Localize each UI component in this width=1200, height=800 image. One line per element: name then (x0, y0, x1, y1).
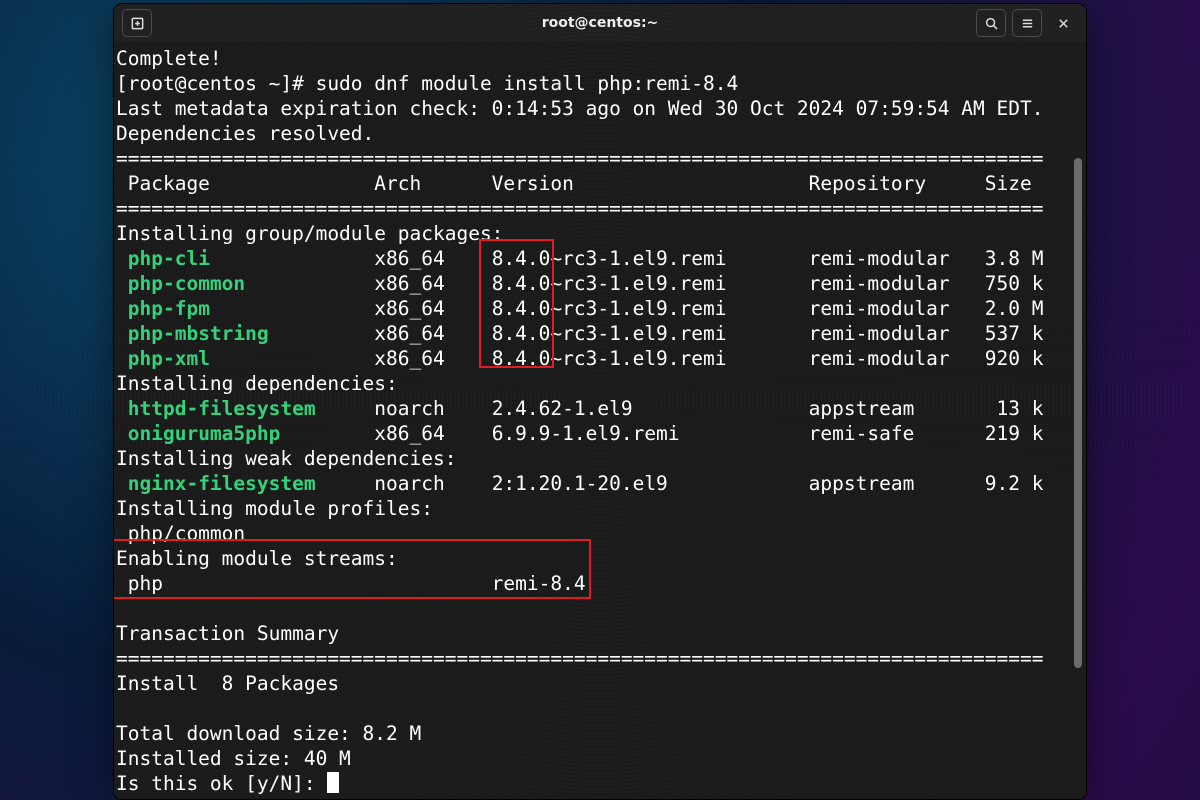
new-tab-icon (130, 16, 145, 31)
terminal-window: root@centos:~ Complete! [root@centos ~]#… (114, 4, 1086, 799)
menu-button[interactable] (1012, 9, 1042, 37)
terminal-cursor (327, 772, 339, 793)
pkg-name: nginx-filesystem (128, 472, 316, 495)
search-button[interactable] (976, 9, 1006, 37)
pkg-name: php-xml (128, 347, 210, 370)
hamburger-icon (1020, 16, 1035, 31)
close-icon (1056, 16, 1071, 31)
pkg-name: httpd-filesystem (128, 397, 316, 420)
pkg-name: php-fpm (128, 297, 210, 320)
pkg-name: oniguruma5php (128, 422, 281, 445)
search-icon (984, 16, 999, 31)
titlebar: root@centos:~ (114, 4, 1086, 42)
window-title: root@centos:~ (114, 15, 1086, 31)
scrollbar[interactable] (1072, 48, 1084, 793)
pkg-name: php-mbstring (128, 322, 269, 345)
close-button[interactable] (1048, 9, 1078, 37)
terminal-output: Complete! [root@centos ~]# sudo dnf modu… (114, 42, 1072, 799)
terminal-viewport[interactable]: Complete! [root@centos ~]# sudo dnf modu… (114, 42, 1086, 799)
pkg-name: php-common (128, 272, 245, 295)
pkg-name: php-cli (128, 247, 210, 270)
new-tab-button[interactable] (122, 9, 152, 37)
scrollbar-thumb[interactable] (1074, 158, 1082, 668)
